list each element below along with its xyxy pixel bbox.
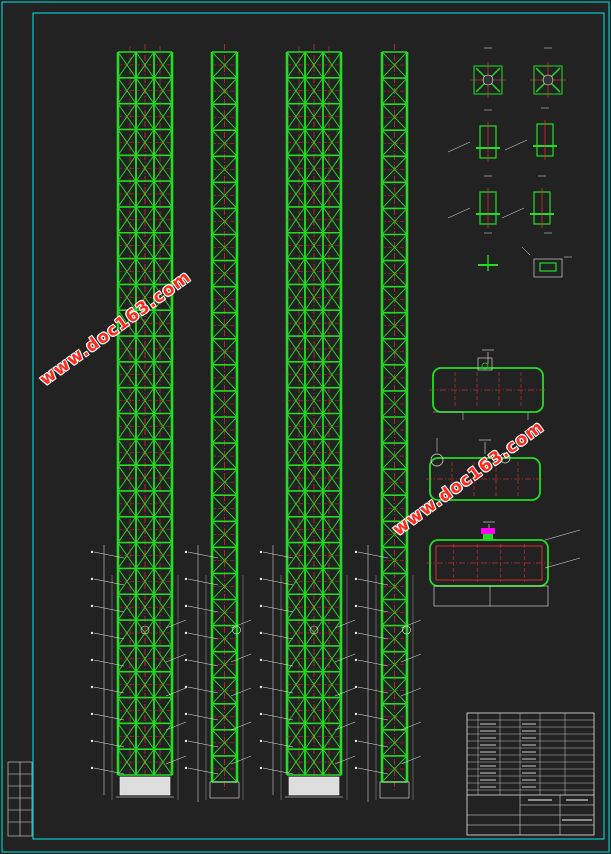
section-plans	[426, 349, 581, 607]
plan-3	[426, 521, 581, 607]
tower-elevations	[90, 44, 422, 802]
title-block	[466, 712, 595, 836]
tower-4	[354, 44, 422, 802]
tower-3	[259, 44, 356, 800]
plan-1	[429, 349, 547, 420]
detail-2	[530, 47, 566, 98]
detail-6	[501, 175, 554, 228]
detail-7	[478, 232, 498, 271]
detail-4	[504, 107, 557, 160]
tower-1	[90, 44, 187, 800]
connection-details	[447, 47, 572, 278]
cad-drawing-canvas	[1, 1, 610, 853]
detail-1	[470, 47, 506, 98]
detail-5	[447, 175, 500, 228]
detail-3	[447, 109, 500, 162]
detail-8	[521, 232, 572, 278]
tower-2	[184, 44, 252, 802]
revision-strip	[7, 761, 33, 837]
